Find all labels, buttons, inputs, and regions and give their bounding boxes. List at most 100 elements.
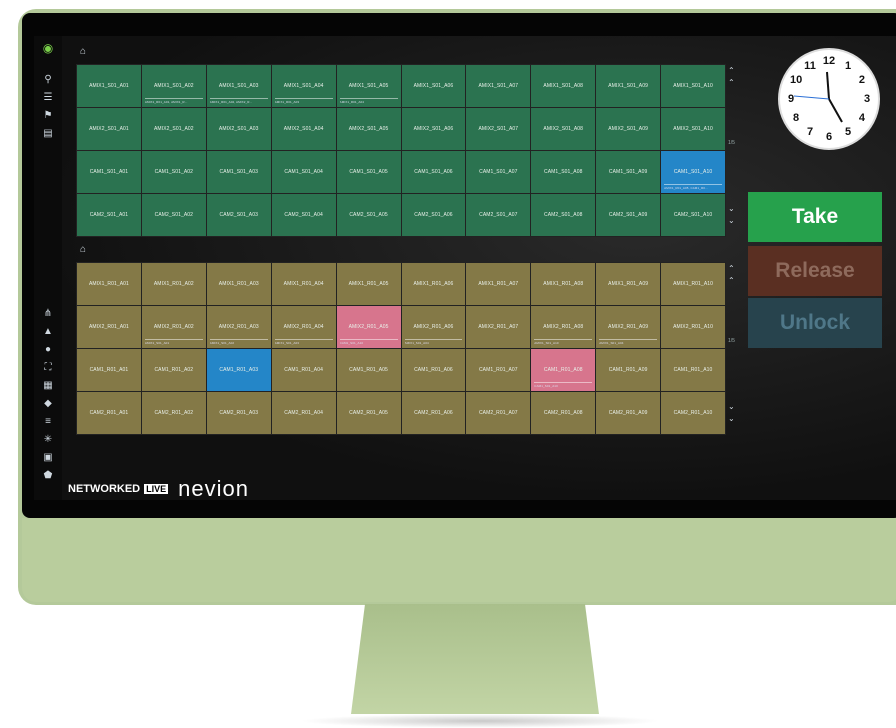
matrix-cell[interactable]: AMIX2_R01_A09 AMIX1_S01_A04: [596, 306, 661, 348]
matrix-cell[interactable]: CAM1_R01_A10: [661, 349, 725, 391]
matrix-cell[interactable]: AMIX2_S01_A07: [466, 108, 531, 150]
matrix-cell[interactable]: AMIX2_S01_A03: [206, 108, 271, 150]
matrix-cell[interactable]: AMIX2_R01_A07: [466, 306, 531, 348]
matrix-cell[interactable]: CAM1_S01_A01: [77, 151, 141, 193]
matrix-cell[interactable]: CAM2_R01_A04: [271, 392, 336, 434]
matrix-cell[interactable]: AMIX2_S01_A08: [531, 108, 596, 150]
matrix-cell[interactable]: CAM2_R01_A09: [596, 392, 661, 434]
grid-icon[interactable]: ▦: [42, 380, 54, 392]
matrix-cell[interactable]: AMIX2_S01_A04: [271, 108, 336, 150]
scroll-top-icon[interactable]: ⌃: [728, 276, 735, 285]
matrix-cell[interactable]: CAM1_R01_A07: [466, 349, 531, 391]
matrix-cell[interactable]: AMIX1_S01_A01: [77, 65, 141, 107]
matrix-cell[interactable]: CAM1_S01_A07: [466, 151, 531, 193]
matrix-cell[interactable]: AMIX1_S01_A09: [596, 65, 661, 107]
matrix-cell[interactable]: AMIX1_R01_A04: [271, 263, 336, 305]
matrix-cell[interactable]: CAM1_S01_A03: [206, 151, 271, 193]
matrix-cell[interactable]: AMIX1_S01_A06: [401, 65, 466, 107]
document-icon[interactable]: ▣: [42, 452, 54, 464]
matrix-cell[interactable]: AMIX2_S01_A01: [77, 108, 141, 150]
matrix-cell[interactable]: AMIX2_R01_A04 AMIX1_S01_A03: [271, 306, 336, 348]
home-icon[interactable]: ⌂: [80, 244, 86, 255]
matrix-cell[interactable]: AMIX1_R01_A03: [206, 263, 271, 305]
matrix-cell[interactable]: CAM2_R01_A05: [336, 392, 401, 434]
matrix-cell[interactable]: AMIX1_S01_A07: [466, 65, 531, 107]
matrix-cell[interactable]: AMIX1_R01_A08: [531, 263, 596, 305]
matrix-cell[interactable]: AMIX2_R01_A10: [661, 306, 725, 348]
matrix-cell[interactable]: CAM2_S01_A06: [401, 194, 466, 236]
matrix-cell[interactable]: CAM1_R01_A09: [596, 349, 661, 391]
matrix-cell[interactable]: CAM2_R01_A02: [141, 392, 206, 434]
matrix-cell[interactable]: CAM2_S01_A03: [206, 194, 271, 236]
matrix-cell[interactable]: CAM1_S01_A04: [271, 151, 336, 193]
matrix-cell[interactable]: CAM1_R01_A08 CAM1_S01_A10: [531, 349, 596, 391]
matrix-cell[interactable]: AMIX2_S01_A10: [661, 108, 725, 150]
triangle-icon[interactable]: ▲: [42, 326, 54, 338]
matrix-cell[interactable]: AMIX2_R01_A02 AMIX1_S01_A01: [141, 306, 206, 348]
matrix-cell[interactable]: CAM1_S01_A09: [596, 151, 661, 193]
scroll-up-icon[interactable]: ⌃: [728, 66, 735, 75]
scroll-top-icon[interactable]: ⌃: [728, 78, 735, 87]
release-button[interactable]: Release: [748, 246, 882, 296]
matrix-cell[interactable]: AMIX1_R01_A05: [336, 263, 401, 305]
matrix-cell[interactable]: CAM1_R01_A03: [206, 349, 271, 391]
matrix-cell[interactable]: AMIX1_R01_A01: [77, 263, 141, 305]
shield-icon[interactable]: ⬟: [42, 470, 54, 482]
matrix-cell[interactable]: AMIX1_S01_A08: [531, 65, 596, 107]
pin-icon[interactable]: ◆: [42, 398, 54, 410]
network-icon[interactable]: ⋔: [42, 308, 54, 320]
matrix-cell[interactable]: CAM1_R01_A02: [141, 349, 206, 391]
matrix-cell[interactable]: AMIX1_S01_A04 AMIX1_R01_A03: [271, 65, 336, 107]
matrix-cell[interactable]: CAM2_R01_A06: [401, 392, 466, 434]
logo-icon[interactable]: ◉: [42, 42, 54, 54]
take-button[interactable]: Take: [748, 192, 882, 242]
matrix-cell[interactable]: AMIX2_R01_A08 AMIX1_S01_A10: [531, 306, 596, 348]
eye-icon[interactable]: ●: [42, 344, 54, 356]
matrix-cell[interactable]: CAM1_S01_A02: [141, 151, 206, 193]
home-icon[interactable]: ⌂: [80, 46, 86, 57]
matrix-cell[interactable]: AMIX2_R01_A06 AMIX1_S01_A04: [401, 306, 466, 348]
list-icon[interactable]: ▤: [42, 128, 54, 140]
matrix-cell[interactable]: AMIX2_R01_A05 CAM1_S01_A10: [336, 306, 401, 348]
menu-icon[interactable]: ≡: [42, 416, 54, 428]
matrix-cell[interactable]: AMIX1_S01_A05 AMIX1_R01_A04: [336, 65, 401, 107]
scroll-down-icon[interactable]: ⌄: [728, 414, 735, 423]
matrix-cell[interactable]: CAM2_S01_A02: [141, 194, 206, 236]
routing-icon[interactable]: ⚲: [42, 74, 54, 86]
scroll-bottom-icon[interactable]: ⌄: [728, 204, 735, 213]
layers-icon[interactable]: ☰: [42, 92, 54, 104]
matrix-cell[interactable]: AMIX1_R01_A06: [401, 263, 466, 305]
scroll-bottom-icon[interactable]: ⌄: [728, 402, 735, 411]
matrix-cell[interactable]: AMIX2_S01_A09: [596, 108, 661, 150]
unlock-button[interactable]: Unlock: [748, 298, 882, 348]
tree-icon[interactable]: ⚑: [42, 110, 54, 122]
matrix-cell[interactable]: AMIX1_R01_A02: [141, 263, 206, 305]
matrix-cell[interactable]: CAM2_R01_A01: [77, 392, 141, 434]
expand-icon[interactable]: ⛶: [42, 362, 54, 374]
matrix-cell[interactable]: CAM2_S01_A04: [271, 194, 336, 236]
scroll-down-icon[interactable]: ⌄: [728, 216, 735, 225]
matrix-cell[interactable]: CAM1_S01_A06: [401, 151, 466, 193]
matrix-cell[interactable]: CAM1_S01_A10 AMIX1_R01_A05, CAM1_R0...: [661, 151, 725, 193]
matrix-cell[interactable]: CAM1_R01_A04: [271, 349, 336, 391]
matrix-cell[interactable]: CAM2_S01_A05: [336, 194, 401, 236]
matrix-cell[interactable]: CAM2_S01_A08: [531, 194, 596, 236]
matrix-cell[interactable]: CAM2_R01_A07: [466, 392, 531, 434]
matrix-cell[interactable]: CAM2_S01_A09: [596, 194, 661, 236]
matrix-cell[interactable]: CAM2_S01_A10: [661, 194, 725, 236]
matrix-cell[interactable]: CAM1_S01_A05: [336, 151, 401, 193]
matrix-cell[interactable]: CAM2_R01_A10: [661, 392, 725, 434]
matrix-cell[interactable]: CAM1_R01_A01: [77, 349, 141, 391]
matrix-cell[interactable]: CAM1_R01_A06: [401, 349, 466, 391]
matrix-cell[interactable]: AMIX2_S01_A06: [401, 108, 466, 150]
matrix-cell[interactable]: AMIX1_S01_A02 AMIX1_R01_A01, AMIX1_R...: [141, 65, 206, 107]
matrix-cell[interactable]: AMIX1_R01_A09: [596, 263, 661, 305]
matrix-cell[interactable]: CAM1_R01_A05: [336, 349, 401, 391]
matrix-cell[interactable]: CAM2_R01_A03: [206, 392, 271, 434]
scroll-up-icon[interactable]: ⌃: [728, 264, 735, 273]
matrix-cell[interactable]: AMIX1_S01_A10: [661, 65, 725, 107]
matrix-cell[interactable]: CAM1_S01_A08: [531, 151, 596, 193]
matrix-cell[interactable]: AMIX2_S01_A02: [141, 108, 206, 150]
matrix-cell[interactable]: AMIX1_R01_A10: [661, 263, 725, 305]
matrix-cell[interactable]: CAM2_S01_A01: [77, 194, 141, 236]
